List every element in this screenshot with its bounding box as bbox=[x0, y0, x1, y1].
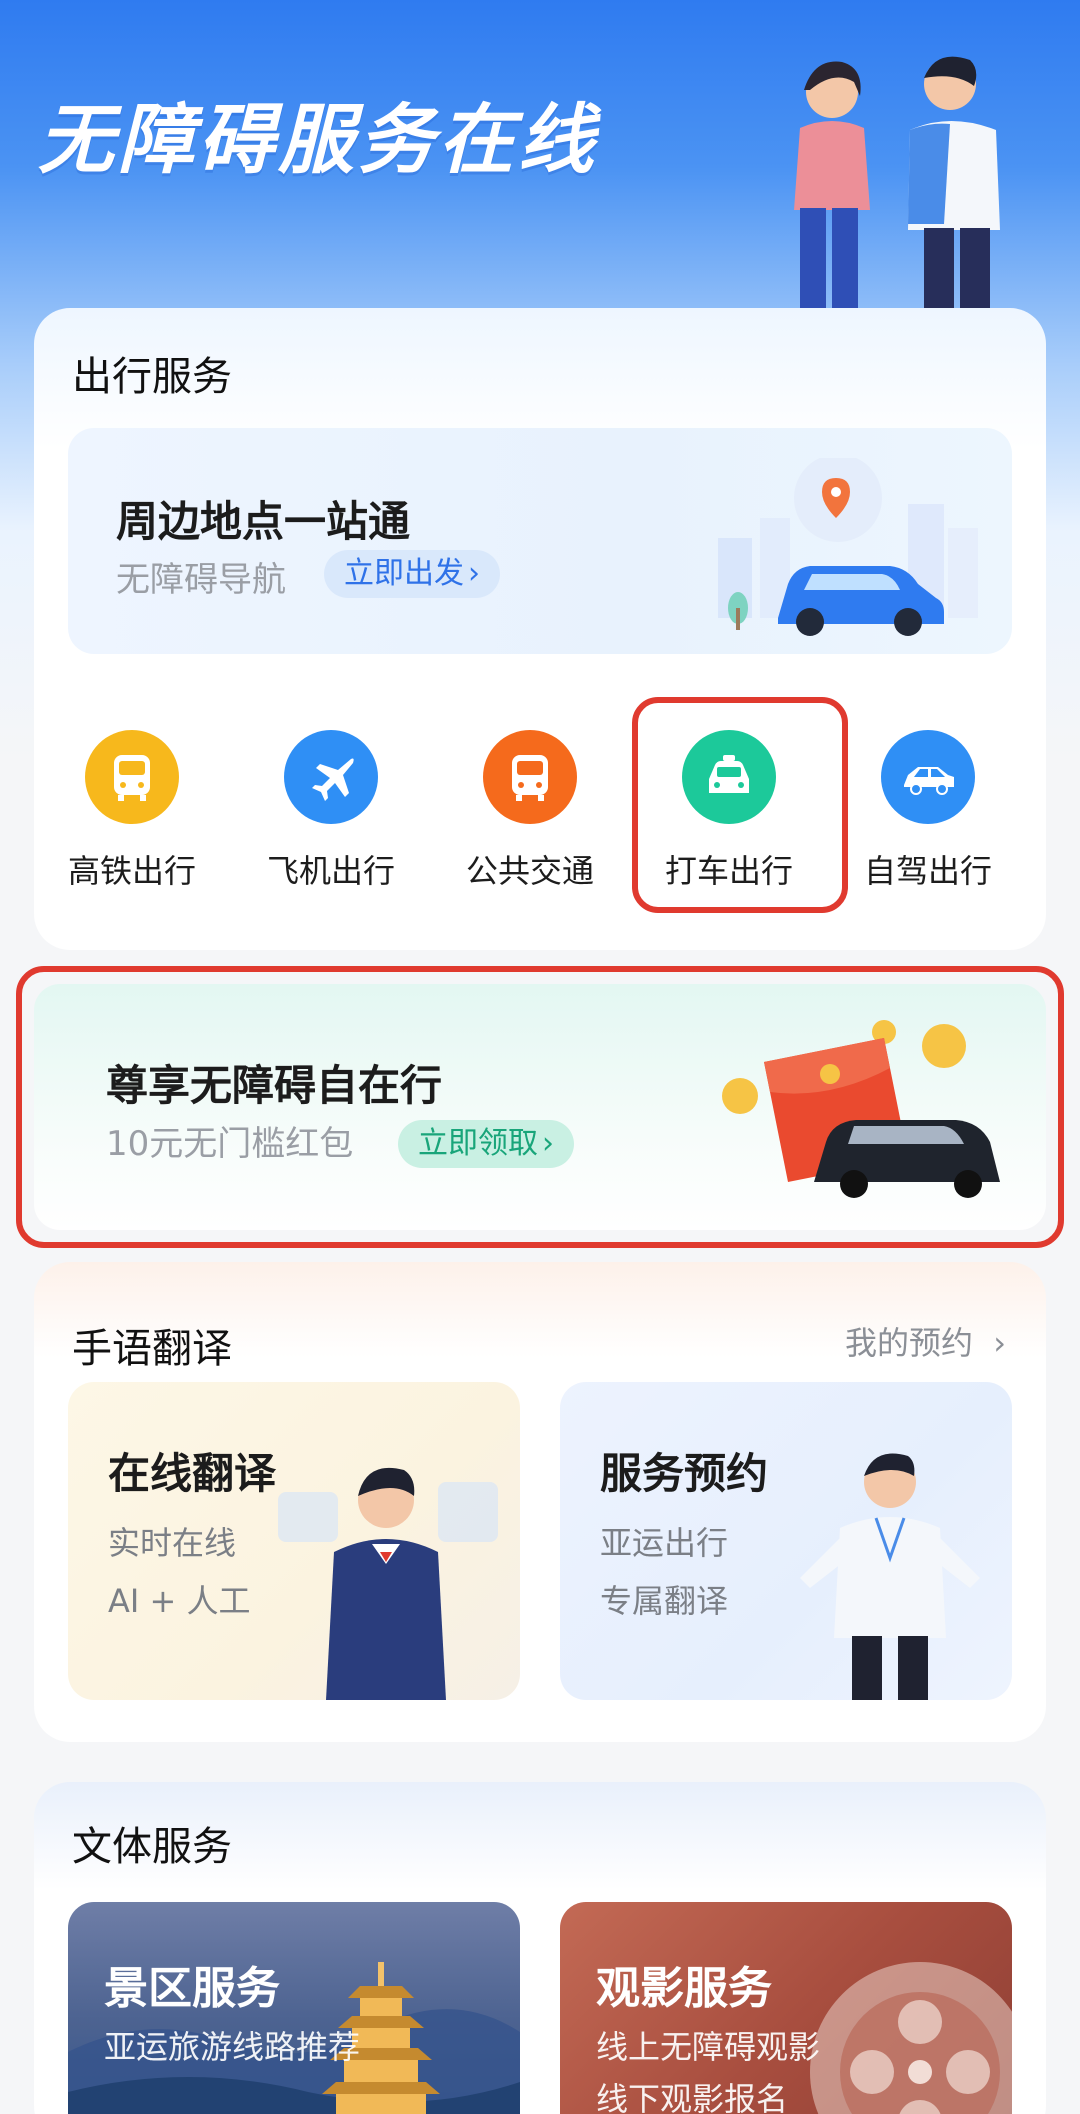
claim-now-label: 立即领取 bbox=[418, 1126, 538, 1161]
service-booking-line2: 专属翻译 bbox=[600, 1582, 729, 1620]
movie-service-line2: 线下观影报名 bbox=[596, 2080, 789, 2114]
travel-mode-self-drive[interactable]: 自驾出行 bbox=[838, 708, 1018, 908]
scenic-service-card[interactable]: 景区服务 亚运旅游线路推荐 bbox=[68, 1902, 520, 2114]
travel-mode-flight[interactable]: 飞机出行 bbox=[241, 708, 421, 908]
my-appointments-label: 我的预约 bbox=[845, 1324, 974, 1362]
claim-now-button[interactable]: 立即领取 › bbox=[398, 1120, 574, 1168]
movie-service-heading: 观影服务 bbox=[596, 1963, 772, 2014]
sign-language-card: 手语翻译 我的预约 › 在线翻译 实时在线 AI + 人工 服务预约 亚运出行 … bbox=[34, 1262, 1046, 1742]
page-title: 无障碍服务在线 bbox=[38, 95, 598, 184]
chevron-right-icon: › bbox=[468, 556, 480, 591]
my-appointments-link[interactable]: 我的预约 › bbox=[845, 1318, 1006, 1364]
red-packet-taxi-illustration bbox=[722, 1020, 1000, 1198]
chevron-right-icon: › bbox=[993, 1324, 1006, 1362]
travel-services-card: 出行服务 周边地点一站通 无障碍导航 立即出发 › 高铁出行 飞机出行 公共交通… bbox=[34, 308, 1046, 950]
depart-now-label: 立即出发 bbox=[344, 556, 464, 591]
culture-sports-card: 文体服务 景区服务 亚运旅游线路推荐 观影服务 线上无障碍观影 线下观影报名 bbox=[34, 1782, 1046, 2114]
section-title-sign-language: 手语翻译 bbox=[72, 1326, 232, 1372]
bus-icon bbox=[483, 730, 577, 824]
service-booking-line1: 亚运出行 bbox=[600, 1524, 729, 1562]
taxi-highlight-box bbox=[632, 697, 848, 913]
promo-subtitle: 10元无门槛红包 bbox=[106, 1124, 354, 1164]
car-navigation-illustration bbox=[718, 458, 978, 636]
travel-mode-high-speed-rail[interactable]: 高铁出行 bbox=[42, 708, 222, 908]
nearby-navigation-banner[interactable]: 周边地点一站通 无障碍导航 立即出发 › bbox=[68, 428, 1012, 654]
service-booking-heading: 服务预约 bbox=[600, 1449, 769, 1498]
scenic-service-line1: 亚运旅游线路推荐 bbox=[104, 2028, 361, 2066]
volunteer-illustration bbox=[800, 1453, 980, 1700]
travel-mode-grid: 高铁出行 飞机出行 公共交通 打车出行 自驾出行 bbox=[34, 708, 1046, 928]
section-title-culture: 文体服务 bbox=[72, 1824, 232, 1870]
interpreter-illustration bbox=[278, 1467, 498, 1700]
travel-mode-label: 飞机出行 bbox=[266, 852, 395, 890]
travel-mode-label: 高铁出行 bbox=[67, 852, 196, 890]
movie-service-line1: 线上无障碍观影 bbox=[596, 2028, 821, 2066]
online-translation-card[interactable]: 在线翻译 实时在线 AI + 人工 bbox=[68, 1382, 520, 1700]
service-booking-card[interactable]: 服务预约 亚运出行 专属翻译 bbox=[560, 1382, 1012, 1700]
travel-mode-public-transit[interactable]: 公共交通 bbox=[440, 708, 620, 908]
chevron-right-icon: › bbox=[542, 1126, 554, 1161]
online-translation-heading: 在线翻译 bbox=[108, 1449, 277, 1498]
movie-service-card[interactable]: 观影服务 线上无障碍观影 线下观影报名 bbox=[560, 1902, 1012, 2114]
online-translation-line2: AI + 人工 bbox=[108, 1582, 251, 1620]
online-translation-line1: 实时在线 bbox=[108, 1524, 237, 1562]
promo-heading: 尊享无障碍自在行 bbox=[106, 1061, 443, 1110]
travel-mode-label: 公共交通 bbox=[465, 852, 594, 890]
bus-icon bbox=[85, 730, 179, 824]
section-title-travel: 出行服务 bbox=[72, 354, 232, 400]
banner-heading: 周边地点一站通 bbox=[116, 497, 411, 546]
banner-subtitle: 无障碍导航 bbox=[116, 560, 286, 600]
travel-mode-label: 自驾出行 bbox=[863, 852, 992, 890]
scenic-service-heading: 景区服务 bbox=[104, 1963, 280, 2014]
red-packet-promo-banner[interactable]: 尊享无障碍自在行 10元无门槛红包 立即领取 › bbox=[34, 984, 1046, 1230]
hero-illustration bbox=[794, 56, 1000, 310]
airplane-icon bbox=[284, 730, 378, 824]
car-icon bbox=[881, 730, 975, 824]
depart-now-button[interactable]: 立即出发 › bbox=[324, 550, 500, 598]
